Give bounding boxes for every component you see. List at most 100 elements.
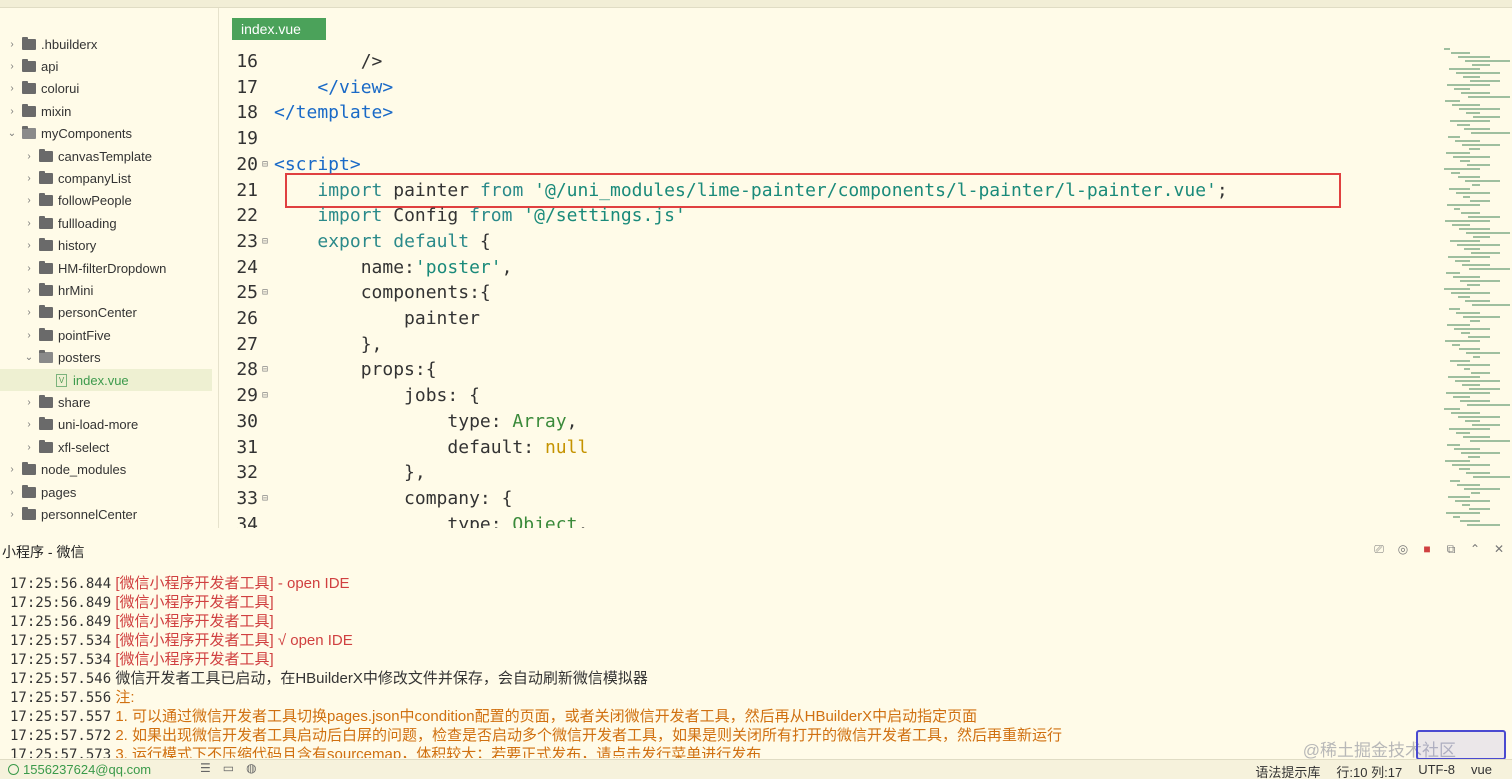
chevron-right-icon[interactable]: › [6,83,18,94]
code-text: name:'poster', [274,255,513,281]
fold-toggle-icon[interactable]: ⊟ [262,229,272,255]
sidebar-item[interactable]: › fullloading [0,212,212,234]
fold-toggle-icon[interactable]: ⊟ [262,383,272,409]
chevron-right-icon[interactable]: › [23,218,35,229]
syntax-hint-library[interactable]: 语法提示库 [1255,762,1320,779]
sidebar-item[interactable]: › pages [0,481,212,503]
minimap-line [1467,404,1510,406]
chevron-right-icon[interactable]: › [6,61,18,72]
sidebar-item[interactable]: ⌄ posters [0,347,212,369]
chevron-right-icon[interactable]: › [23,263,35,274]
minimap-line [1452,104,1480,106]
code-line[interactable]: 34 type: Object, [220,512,1420,528]
code-line[interactable]: 23 ⊟ export default { [220,229,1420,255]
chevron-right-icon[interactable]: › [23,419,35,430]
sidebar-item[interactable]: › companyList [0,167,212,189]
user-account[interactable]: 1556237624@qq.com [8,762,151,777]
code-line[interactable]: 16 /> [220,49,1420,75]
code-line[interactable]: 20 ⊟ <script> [220,152,1420,178]
globe-icon[interactable]: ◍ [246,761,256,775]
chevron-down-icon[interactable]: ⌄ [23,352,35,363]
sidebar-item[interactable]: › canvasTemplate [0,145,212,167]
code-line[interactable]: 22 import Config from '@/settings.js' [220,203,1420,229]
code-line[interactable]: 19 [220,126,1420,152]
minimap-line [1471,132,1510,134]
code-line[interactable]: 21 import painter from '@/uni_modules/li… [220,178,1420,204]
record-icon[interactable]: ■ [1420,542,1434,557]
code-line[interactable]: 24 name:'poster', [220,255,1420,281]
code-line[interactable]: 17 </view> [220,75,1420,101]
code-line[interactable]: 33 ⊟ company: { [220,486,1420,512]
export-icon[interactable]: ⧉ [1444,542,1458,557]
chevron-right-icon[interactable]: › [23,195,35,206]
log-message: 2. 如果出现微信开发者工具启动后白屏的问题，检查是否启动多个微信开发者工具，如… [115,727,1063,744]
floating-badge[interactable] [1416,730,1506,760]
fold-toggle-icon[interactable]: ⊟ [262,486,272,512]
code-line[interactable]: 26 painter [220,306,1420,332]
chevron-right-icon[interactable]: › [23,397,35,408]
chevron-right-icon[interactable]: › [23,285,35,296]
chevron-right-icon[interactable]: › [23,151,35,162]
sidebar-item[interactable]: › colorui [0,78,212,100]
chevron-down-icon[interactable]: ⌄ [6,128,18,139]
sidebar-item[interactable]: Vindex.vue [0,369,212,391]
chevron-right-icon[interactable]: › [23,307,35,318]
sidebar-item[interactable]: › personnelCenter [0,503,212,525]
line-number: 16 [236,51,258,72]
sidebar-item[interactable]: › pointFive [0,324,212,346]
fold-toggle-icon[interactable]: ⊟ [262,357,272,383]
chevron-right-icon[interactable]: › [6,509,18,520]
close-icon[interactable]: ✕ [1492,542,1506,557]
file-language[interactable]: vue [1471,762,1492,779]
sidebar-item[interactable]: › hrMini [0,279,212,301]
tab-index-vue[interactable]: index.vue [232,18,326,40]
stop-icon[interactable]: ◎ [1396,542,1410,557]
code-editor[interactable]: index.vue 16 /> 17 </view> 18 </template> 19… [220,8,1512,528]
code-line[interactable]: 30 type: Array, [220,409,1420,435]
minimap-line [1473,476,1510,478]
chevron-right-icon[interactable]: › [23,173,35,184]
code-line[interactable]: 27 }, [220,332,1420,358]
minimap-line [1472,184,1480,186]
sidebar-item[interactable]: ⌄ myComponents [0,123,212,145]
sidebar-item[interactable]: › .hbuilderx [0,33,212,55]
terminal-icon[interactable]: ▭ [223,761,234,775]
sidebar-item[interactable]: › mixin [0,100,212,122]
minimap-line [1460,160,1470,162]
chevron-right-icon[interactable]: › [6,464,18,475]
sidebar-item[interactable]: › api [0,55,212,77]
chevron-right-icon[interactable]: › [23,240,35,251]
console-title: 小程序 - 微信 [2,544,85,560]
sidebar-item[interactable]: › share [0,391,212,413]
sidebar-item[interactable]: › node_modules [0,459,212,481]
chevron-right-icon[interactable]: › [6,106,18,117]
clear-icon[interactable]: ⎚ [1372,542,1386,557]
code-line[interactable]: 25 ⊟ components:{ [220,280,1420,306]
minimap[interactable] [1424,8,1512,528]
code-line[interactable]: 29 ⊟ jobs: { [220,383,1420,409]
sidebar-item[interactable]: › HM-filterDropdown [0,257,212,279]
console-output[interactable]: 17:25:56.844 [微信小程序开发者工具] - open IDE 17:2… [0,574,1512,758]
user-email: 1556237624@qq.com [23,762,152,777]
cursor-position[interactable]: 行:10 列:17 [1336,762,1402,779]
list-icon[interactable]: ☰ [200,761,211,775]
code-line[interactable]: 31 default: null [220,435,1420,461]
sidebar-item[interactable]: › followPeople [0,190,212,212]
sidebar-item[interactable]: › uni-load-more [0,414,212,436]
sidebar-item[interactable]: › history [0,235,212,257]
code-token: jobs: { [274,385,480,407]
file-encoding[interactable]: UTF-8 [1418,762,1455,779]
chevron-right-icon[interactable]: › [23,330,35,341]
fold-toggle-icon[interactable]: ⊟ [262,280,272,306]
chevron-right-icon[interactable]: › [6,39,18,50]
sidebar-item-label: index.vue [73,372,129,388]
chevron-up-icon[interactable]: ⌃ [1468,542,1482,557]
chevron-right-icon[interactable]: › [6,487,18,498]
code-line[interactable]: 18 </template> [220,100,1420,126]
code-line[interactable]: 32 }, [220,460,1420,486]
fold-toggle-icon[interactable]: ⊟ [262,152,272,178]
sidebar-item[interactable]: › personCenter [0,302,212,324]
chevron-right-icon[interactable]: › [23,442,35,453]
code-line[interactable]: 28 ⊟ props:{ [220,357,1420,383]
sidebar-item[interactable]: › xfl-select [0,436,212,458]
